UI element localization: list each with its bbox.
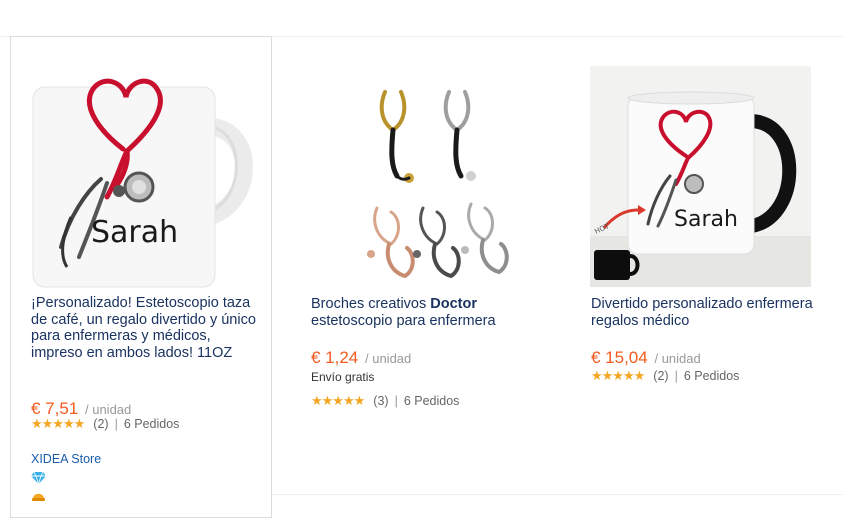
order-count: 6 Pedidos	[123, 417, 180, 431]
diamond-icon	[31, 471, 46, 486]
product-title[interactable]: Divertido personalizado enfermera regalo…	[591, 296, 821, 329]
rating-row: ★★★★★ (2) | 6 Pedidos	[31, 416, 179, 432]
rating-row: ★★★★★ (3) | 6 Pedidos	[311, 393, 459, 409]
product-price: € 1,24 / unidad	[311, 348, 411, 368]
product-image-stethoscope-brooches[interactable]	[311, 66, 533, 288]
star-rating-icon: ★★★★★	[311, 393, 365, 408]
star-rating-icon: ★★★★★	[31, 416, 85, 431]
rating-row: ★★★★★ (2) | 6 Pedidos	[591, 368, 739, 384]
order-count: 6 Pedidos	[403, 394, 460, 408]
mug-name-text: Sarah	[674, 207, 738, 232]
product-image-mug-stethoscope[interactable]: Sarah	[31, 67, 253, 289]
price-unit: / unidad	[654, 351, 701, 366]
product-title[interactable]: ¡Personalizado! Estetoscopio taza de caf…	[31, 295, 261, 361]
store-link[interactable]: XIDEA Store	[31, 452, 101, 466]
title-prefix: Broches creativos	[311, 296, 427, 312]
free-shipping-label: Envío gratis	[311, 370, 375, 384]
review-count[interactable]: (3)	[373, 394, 388, 408]
crown-icon	[31, 488, 46, 502]
price-unit: / unidad	[85, 402, 132, 417]
price-unit: / unidad	[365, 351, 412, 366]
review-count[interactable]: (2)	[93, 417, 108, 431]
price-value: € 1,24	[311, 348, 359, 367]
mug-name-text: Sarah	[91, 215, 178, 250]
bottom-divider	[271, 494, 843, 495]
product-title[interactable]: Broches creativos Doctor estetoscopio pa…	[311, 296, 541, 329]
rating-separator: |	[394, 394, 398, 408]
title-suffix: estetoscopio para enfermera	[311, 312, 496, 329]
rating-separator: |	[114, 417, 118, 431]
order-count: 6 Pedidos	[683, 369, 740, 383]
product-card-1[interactable]: Sarah ¡Personalizado! Estetoscopio taza …	[10, 36, 272, 518]
title-bold: Doctor	[430, 296, 478, 312]
product-image-magic-mug[interactable]: Sarah HOT	[590, 66, 811, 287]
product-price: € 15,04 / unidad	[591, 348, 701, 368]
rating-separator: |	[674, 369, 678, 383]
price-value: € 15,04	[591, 348, 648, 367]
review-count[interactable]: (2)	[653, 369, 668, 383]
star-rating-icon: ★★★★★	[591, 368, 645, 383]
